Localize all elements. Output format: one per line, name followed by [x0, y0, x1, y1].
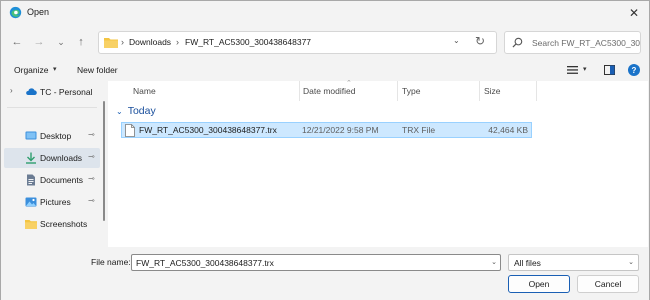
file-date-modified: 12/21/2022 9:58 PM [302, 125, 379, 135]
download-icon [26, 152, 36, 164]
new-folder-button[interactable]: New folder [77, 65, 118, 75]
file-icon [125, 124, 135, 137]
organize-button[interactable]: Organize [14, 65, 49, 75]
file-row[interactable]: FW_RT_AC5300_300438648377.trx 12/21/2022… [121, 122, 532, 138]
chevron-right-icon[interactable]: › [10, 86, 13, 95]
sidebar-scrollbar[interactable] [103, 101, 105, 221]
desktop-icon [25, 131, 37, 140]
arrow-up-icon: ↑ [78, 36, 84, 48]
group-label: Today [127, 105, 156, 117]
arrow-left-icon: ← [11, 36, 23, 48]
column-header-size[interactable]: Size [484, 86, 501, 96]
column-separator[interactable] [397, 81, 398, 101]
view-options-icon[interactable] [567, 65, 578, 75]
refresh-icon[interactable]: ↻ [475, 34, 485, 48]
edge-icon [9, 6, 22, 19]
cancel-button[interactable]: Cancel [577, 275, 639, 293]
command-bar: Organize ▾ New folder ▾ ? [1, 61, 649, 81]
address-dropdown-icon[interactable]: ⌄ [453, 36, 460, 45]
breadcrumb-current-folder[interactable]: FW_RT_AC5300_300438648377 [185, 37, 311, 47]
recent-locations-button[interactable]: ⌄ [52, 31, 70, 53]
sidebar-item-tc-personal[interactable]: › TC - Personal [4, 82, 100, 102]
sidebar-divider [7, 107, 97, 108]
sidebar-item-downloads[interactable]: Downloads ⊸ [4, 148, 100, 168]
close-icon: ✕ [628, 6, 640, 20]
breadcrumb-separator: › [121, 37, 124, 47]
cloud-icon [26, 88, 37, 95]
file-name-input[interactable]: FW_RT_AC5300_300438648377.trx ⌄ [131, 254, 501, 271]
window-title: Open [27, 7, 50, 17]
column-header-name[interactable]: Name [133, 86, 156, 96]
pin-icon: ⊸ [88, 130, 95, 139]
preview-pane-icon[interactable] [604, 65, 615, 75]
documents-icon [27, 174, 35, 186]
file-type: TRX File [402, 125, 436, 135]
file-name-value: FW_RT_AC5300_300438648377.trx [136, 258, 274, 268]
file-list: ⌃ Name Date modified Type Size ⌄ Today F… [108, 80, 648, 247]
sidebar-item-screenshots[interactable]: Screenshots [4, 214, 100, 234]
chevron-down-icon: ⌄ [57, 36, 65, 47]
sidebar-item-label: Documents [40, 175, 83, 185]
pin-icon: ⊸ [88, 152, 95, 161]
back-button[interactable]: ← [8, 31, 26, 53]
forward-button[interactable]: → [30, 31, 48, 53]
view-caret-icon[interactable]: ▾ [583, 65, 587, 73]
file-name-label: File name: [91, 257, 131, 267]
pin-icon: ⊸ [88, 196, 95, 205]
file-type-filter-select[interactable]: All files ⌄ [508, 254, 639, 271]
pictures-icon [25, 197, 37, 207]
arrow-right-icon: → [33, 36, 45, 48]
file-name: FW_RT_AC5300_300438648377.trx [139, 125, 277, 135]
folder-icon [25, 220, 37, 229]
chevron-down-icon: ⌄ [116, 106, 123, 116]
group-header-today[interactable]: ⌄ Today [116, 105, 156, 117]
sidebar-item-desktop[interactable]: Desktop ⊸ [4, 126, 100, 146]
folder-icon [104, 38, 118, 48]
pin-icon: ⊸ [88, 174, 95, 183]
file-type-filter-value: All files [514, 258, 541, 268]
column-header-type[interactable]: Type [402, 86, 420, 96]
sidebar-item-label: Pictures [40, 197, 71, 207]
column-separator[interactable] [536, 81, 537, 101]
help-label: ? [631, 65, 637, 75]
navigation-pane: › TC - Personal Desktop ⊸ Downloads ⊸ Do… [1, 81, 107, 247]
open-button[interactable]: Open [508, 275, 570, 293]
search-input[interactable]: Search FW_RT_AC5300_3004... [532, 38, 640, 48]
title-bar: Open ✕ [1, 1, 649, 25]
column-separator[interactable] [479, 81, 480, 101]
organize-caret-icon: ▾ [53, 66, 57, 73]
sidebar-item-label: Desktop [40, 131, 72, 141]
sidebar-item-label: TC - Personal [40, 87, 93, 97]
sidebar-item-label: Screenshots [40, 219, 88, 229]
help-icon[interactable]: ? [628, 64, 640, 76]
address-bar[interactable]: › Downloads › FW_RT_AC5300_300438648377 … [98, 31, 497, 54]
close-button[interactable]: ✕ [623, 3, 645, 23]
open-dialog: Open ✕ ← → ⌄ ↑ › Downloads › FW_RT_AC530… [0, 0, 650, 300]
breadcrumb-downloads[interactable]: Downloads [129, 37, 171, 47]
column-header-date-modified[interactable]: Date modified [303, 86, 355, 96]
chevron-down-icon: ⌄ [628, 259, 634, 266]
navigation-bar: ← → ⌄ ↑ › Downloads › FW_RT_AC5300_30043… [1, 27, 649, 57]
dialog-footer: File name: FW_RT_AC5300_300438648377.trx… [1, 248, 649, 300]
chevron-down-icon[interactable]: ⌄ [491, 258, 497, 266]
search-box[interactable]: Search FW_RT_AC5300_3004... [504, 31, 641, 54]
breadcrumb-separator: › [176, 37, 179, 47]
up-button[interactable]: ↑ [72, 31, 90, 53]
sidebar-item-label: Downloads [40, 153, 83, 163]
search-icon [512, 37, 523, 48]
file-size: 42,464 KB [488, 125, 528, 135]
sidebar-item-documents[interactable]: Documents ⊸ [4, 170, 100, 190]
sidebar-item-pictures[interactable]: Pictures ⊸ [4, 192, 100, 212]
column-separator[interactable] [299, 81, 300, 101]
